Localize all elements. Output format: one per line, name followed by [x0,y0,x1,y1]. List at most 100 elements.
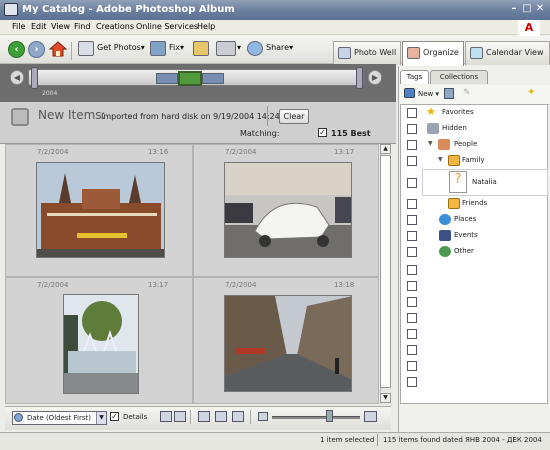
tag-row-events[interactable]: Events [400,228,548,244]
menu-help[interactable]: Help [197,22,215,31]
clear-button[interactable]: Clear [279,109,309,124]
print-dropdown[interactable]: ▾ [237,43,241,52]
tab-collections[interactable]: Collections [430,70,488,84]
photo-thumbnail[interactable] [224,162,352,258]
tab-tags[interactable]: Tags [400,70,429,84]
forward-button[interactable]: › [28,41,45,58]
sort-dropdown-arrow[interactable]: ▼ [96,412,106,424]
window-title: My Catalog - Adobe Photoshop Album [22,4,235,15]
menu-find[interactable]: Find [74,22,90,31]
tag-row-favorites[interactable]: ★ Favorites [400,105,548,121]
app-window: My Catalog - Adobe Photoshop Album – □ ✕… [0,0,550,450]
other-icon [439,246,451,257]
timeline-right-marker[interactable] [356,67,363,89]
tag-label: Favorites [442,108,474,116]
tag-row-natalia[interactable]: ? Natalia [400,171,548,193]
tag-row-people[interactable]: ▼ People [400,137,548,153]
tab-photo-well[interactable]: Photo Well [333,41,401,65]
menu-online-services[interactable]: Online Services [136,22,198,31]
rotate-right-icon[interactable] [215,411,227,422]
toolbar-divider [190,410,191,424]
creations-icon[interactable] [193,41,209,56]
timeline-bar[interactable] [156,73,178,84]
tag-checkbox[interactable] [407,178,417,188]
tag-row-places[interactable]: Places [400,212,548,228]
organize-icon [407,47,420,59]
tag-row-other[interactable]: Other [400,244,548,260]
share-icon [247,41,263,56]
photo-cell[interactable]: 7/2/2004 13:17 [5,277,193,404]
tag-row-friends[interactable]: Friends [400,196,548,212]
share-button[interactable]: Share▾ [266,43,293,52]
tag-checkbox [407,297,417,307]
delete-tag-icon[interactable] [444,88,454,99]
zoom-slider-track[interactable] [272,416,360,419]
rotate-left-icon[interactable] [198,411,210,422]
compare-view-icon[interactable] [174,411,186,422]
timeline-left-arrow[interactable]: ◀ [10,70,24,85]
tag-checkbox[interactable] [407,140,417,150]
app-icon [4,3,18,16]
lightbulb-icon[interactable]: ✦ [527,87,537,99]
tag-checkbox[interactable] [407,108,417,118]
single-photo-view-icon[interactable] [160,411,172,422]
zoom-out-icon[interactable] [258,412,268,421]
timeline-bar[interactable] [202,73,224,84]
sort-order-select[interactable]: Date (Oldest First) [12,411,107,425]
expand-arrow-icon[interactable]: ▼ [438,156,443,163]
matching-checkbox[interactable]: ✓ [318,128,327,137]
tag-checkbox[interactable] [407,215,417,225]
photo-cell[interactable]: 7/2/2004 13:18 [193,277,379,404]
minimize-button[interactable]: – [508,3,520,15]
tag-checkbox [407,313,417,323]
tab-calendar-view[interactable]: Calendar View [465,41,550,65]
zoom-in-icon[interactable] [364,411,377,422]
photo-thumbnail[interactable] [36,162,165,258]
photo-cell[interactable]: 7/2/2004 13:16 [5,144,193,277]
home-icon[interactable] [48,40,68,58]
maximize-button[interactable]: □ [521,3,533,15]
photo-thumbnail[interactable] [224,295,352,392]
close-button[interactable]: ✕ [534,3,546,15]
tag-checkbox[interactable] [407,247,417,257]
photo-date: 7/2/2004 [37,148,69,156]
tag-checkbox [407,377,417,387]
print-icon[interactable] [216,41,236,56]
zoom-slider-thumb[interactable] [326,410,333,422]
photo-thumbnail[interactable] [63,294,139,394]
tag-label: Events [454,231,478,239]
timeline-selected-bar[interactable] [178,71,202,86]
menu-edit[interactable]: Edit [31,22,47,31]
tab-organize[interactable]: Organize [402,41,464,66]
camera-icon [78,41,94,56]
scroll-down-arrow[interactable]: ▼ [380,393,391,403]
timeline-left-marker[interactable] [31,67,38,89]
expand-arrow-icon[interactable]: ▼ [428,140,433,147]
edit-tag-icon[interactable]: ✎ [463,88,474,99]
get-photos-button[interactable]: Get Photos▾ [97,43,145,52]
globe-icon [439,214,451,225]
menu-creations[interactable]: Creations [96,22,134,31]
tag-row-hidden[interactable]: Hidden [400,121,548,137]
tag-checkbox[interactable] [407,124,417,134]
timeline-right-arrow[interactable]: ▶ [368,70,382,85]
menu-file[interactable]: File [12,22,25,31]
photo-cell[interactable]: 7/2/2004 13:17 [193,144,379,277]
menu-bar: File Edit View Find Creations Online Ser… [0,20,550,35]
scroll-thumb[interactable] [380,155,391,388]
tag-panel-footer [402,405,548,427]
new-tag-button[interactable]: New ▾ [418,90,439,98]
tag-checkbox[interactable] [407,199,417,209]
status-selected: 1 item selected [320,436,375,444]
tag-checkbox[interactable] [407,231,417,241]
delete-photo-icon[interactable] [232,411,244,422]
scroll-up-arrow[interactable]: ▲ [380,144,391,154]
fix-button[interactable]: Fix▾ [169,43,184,52]
menu-view[interactable]: View [51,22,70,31]
tag-row-family[interactable]: ▼ Family [400,153,548,169]
tag-checkbox [407,361,417,371]
photo-date: 7/2/2004 [225,148,257,156]
details-checkbox[interactable]: ✓ [110,412,119,421]
back-button[interactable]: ‹ [8,41,25,58]
tag-checkbox[interactable] [407,156,417,166]
